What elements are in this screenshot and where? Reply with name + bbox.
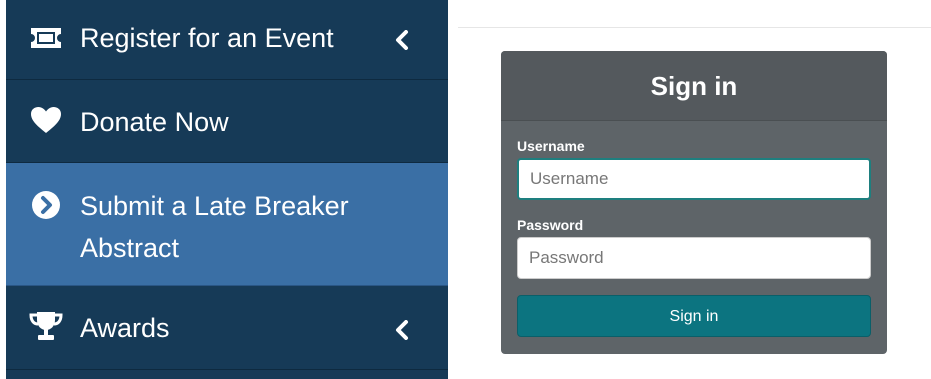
sidebar-item-awards[interactable]: Awards <box>6 286 448 370</box>
sign-in-button[interactable]: Sign in <box>517 295 871 337</box>
chevron-left-icon[interactable] <box>390 318 414 342</box>
sidebar-item-label: Register for an Event <box>80 23 334 53</box>
heart-icon <box>28 102 64 138</box>
sidebar-item-label: Awards <box>80 313 170 343</box>
sidebar-item-donate[interactable]: Donate Now <box>6 80 448 163</box>
sidebar-next-item <box>6 370 448 379</box>
sidebar-item-label: Donate Now <box>80 107 229 137</box>
ticket-icon <box>28 20 64 56</box>
chevron-circle-right-icon <box>28 187 64 223</box>
chevron-left-icon[interactable] <box>390 28 414 52</box>
sign-in-header: Sign in <box>501 51 887 121</box>
sidebar-nav: Register for an Event Donate Now Submit … <box>6 0 448 379</box>
header-divider <box>458 27 931 28</box>
sidebar-item-label: Submit a Late Breaker Abstract <box>80 191 349 263</box>
password-label: Password <box>517 217 584 233</box>
sidebar-item-register-event[interactable]: Register for an Event <box>6 0 448 80</box>
password-input[interactable] <box>517 237 871 279</box>
sidebar-item-late-breaker[interactable]: Submit a Late Breaker Abstract <box>6 163 448 286</box>
trophy-icon <box>28 308 64 344</box>
sign-in-title: Sign in <box>650 71 738 101</box>
sign-in-panel: Sign in Username Password Sign in <box>501 51 887 354</box>
username-label: Username <box>517 138 585 154</box>
username-input[interactable] <box>517 158 871 200</box>
